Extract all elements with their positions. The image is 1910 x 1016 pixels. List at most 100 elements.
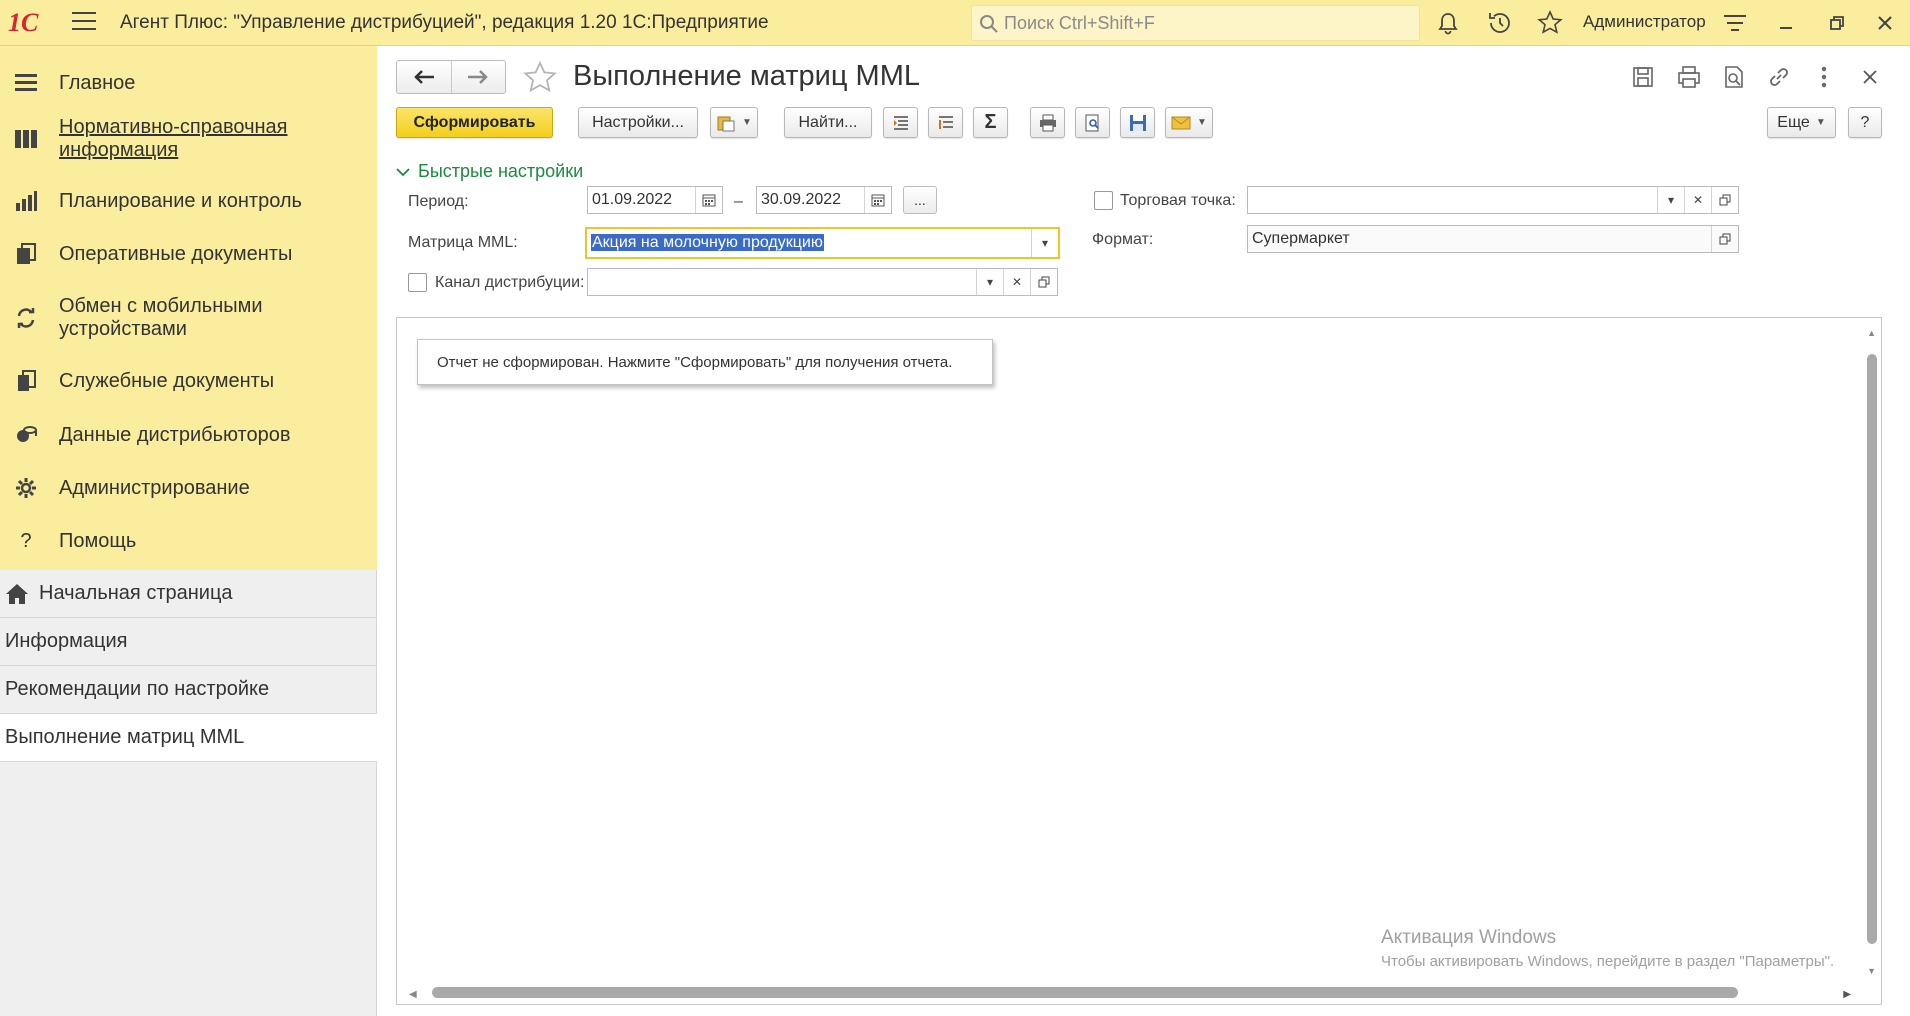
send-email-button[interactable]: ▼ bbox=[1165, 107, 1213, 138]
history-icon[interactable] bbox=[1485, 8, 1515, 38]
section-service-docs[interactable]: Служебные документы bbox=[0, 358, 377, 404]
find-button[interactable]: Найти... bbox=[784, 107, 872, 138]
navigation-buttons bbox=[396, 60, 506, 94]
format-field[interactable]: Супермаркет bbox=[1247, 225, 1739, 253]
expand-groups-icon bbox=[893, 115, 908, 130]
totals-button[interactable]: Σ bbox=[973, 107, 1008, 138]
section-help[interactable]: ? Помощь bbox=[0, 518, 377, 564]
settings-menu-icon[interactable] bbox=[1720, 8, 1750, 38]
main-menu-icon[interactable] bbox=[72, 12, 96, 32]
collapse-groups-button[interactable] bbox=[928, 107, 963, 138]
windows-activation-watermark: Активация Windows Чтобы активировать Win… bbox=[1381, 927, 1835, 970]
section-main[interactable]: Главное bbox=[0, 60, 377, 106]
vertical-scrollbar[interactable] bbox=[1867, 354, 1877, 944]
clear-icon[interactable]: ✕ bbox=[1684, 187, 1711, 213]
arrow-right-icon bbox=[468, 70, 489, 84]
title-bar: 1С Агент Плюс: "Управление дистрибуцией"… bbox=[0, 0, 1910, 46]
clear-icon[interactable]: ✕ bbox=[1003, 269, 1030, 295]
period-dash: – bbox=[734, 193, 743, 210]
back-button[interactable] bbox=[397, 61, 452, 93]
quick-settings-toggle[interactable]: Быстрые настройки bbox=[396, 161, 583, 182]
section-operational-docs[interactable]: Оперативные документы bbox=[0, 231, 377, 277]
restore-icon[interactable] bbox=[1822, 8, 1852, 38]
envelope-icon bbox=[1171, 116, 1191, 129]
app-title: Агент Плюс: "Управление дистрибуцией", р… bbox=[120, 12, 769, 33]
print-icon[interactable] bbox=[1674, 62, 1704, 92]
open-icon[interactable] bbox=[1711, 226, 1738, 252]
dropdown-arrow-icon[interactable]: ▾ bbox=[1657, 187, 1684, 213]
favorite-star-icon[interactable] bbox=[522, 60, 558, 96]
horizontal-scrollbar[interactable] bbox=[432, 987, 1738, 998]
dropdown-arrow-icon[interactable]: ▾ bbox=[976, 269, 1003, 295]
save-settings-icon[interactable] bbox=[1628, 62, 1658, 92]
channel-field[interactable]: ▾ ✕ bbox=[587, 268, 1058, 296]
more-vertical-icon[interactable] bbox=[1809, 62, 1839, 92]
variant-menu-button[interactable]: ▼ bbox=[710, 107, 758, 138]
open-icon[interactable] bbox=[1030, 269, 1057, 295]
format-label: Формат: bbox=[1092, 231, 1154, 248]
expand-groups-button[interactable] bbox=[883, 107, 918, 138]
arrow-left-icon bbox=[413, 70, 434, 84]
open-window-mml-report[interactable]: Выполнение матриц MML bbox=[0, 714, 377, 762]
section-nsi[interactable]: Нормативно-справочная информация bbox=[0, 112, 377, 166]
link-icon[interactable] bbox=[1764, 62, 1794, 92]
matrix-label: Матрица MML: bbox=[408, 234, 518, 251]
home-icon bbox=[6, 583, 28, 604]
sum-icon: Σ bbox=[984, 111, 997, 133]
close-form-icon[interactable] bbox=[1855, 62, 1885, 92]
generate-button[interactable]: Сформировать bbox=[396, 107, 553, 138]
open-window-info[interactable]: Информация bbox=[0, 618, 377, 666]
section-mobile-exchange[interactable]: Обмен с мобильными устройствами bbox=[0, 291, 377, 345]
period-choice-button[interactable]: ... bbox=[903, 186, 937, 214]
forward-button[interactable] bbox=[452, 61, 506, 93]
scroll-right-icon[interactable]: ▶ bbox=[1843, 989, 1851, 1000]
menu-list-icon bbox=[14, 71, 38, 95]
more-button[interactable]: Еще ▼ bbox=[1767, 107, 1836, 138]
section-distributors-data[interactable]: Данные дистрибьюторов bbox=[0, 412, 377, 458]
section-administration[interactable]: Администрирование bbox=[0, 465, 377, 511]
open-window-home[interactable]: Начальная страница bbox=[0, 570, 377, 618]
matrix-field[interactable]: Акция на молочную продукцию ▾ bbox=[585, 227, 1060, 259]
period-end-field[interactable]: 30.09.2022 bbox=[756, 186, 892, 214]
preview-icon[interactable] bbox=[1719, 62, 1749, 92]
search-input[interactable] bbox=[1004, 9, 1404, 37]
open-window-recommendations[interactable]: Рекомендации по настройке bbox=[0, 666, 377, 714]
outlet-label: Торговая точка: bbox=[1120, 192, 1236, 209]
chevron-down-icon bbox=[396, 167, 410, 176]
catalog-icon bbox=[14, 127, 38, 151]
print-button[interactable] bbox=[1030, 107, 1065, 138]
period-start-field[interactable]: 01.09.2022 bbox=[587, 186, 723, 214]
preview-button[interactable] bbox=[1075, 107, 1110, 138]
search-icon bbox=[980, 15, 998, 33]
user-name[interactable]: Администратор bbox=[1583, 12, 1706, 32]
sidebar: Главное Нормативно-справочная информация… bbox=[0, 46, 377, 1016]
outlet-field[interactable]: ▾ ✕ bbox=[1247, 186, 1739, 214]
save-button[interactable] bbox=[1120, 107, 1155, 138]
settings-button[interactable]: Настройки... bbox=[578, 107, 698, 138]
favorites-star-icon[interactable] bbox=[1535, 8, 1565, 38]
form-title: Выполнение матриц MML bbox=[573, 60, 920, 92]
logo: 1С bbox=[8, 8, 39, 37]
sync-icon bbox=[14, 306, 38, 330]
section-planning[interactable]: Планирование и контроль bbox=[0, 178, 377, 224]
channel-checkbox[interactable] bbox=[408, 273, 427, 292]
report-variant-icon bbox=[717, 116, 735, 131]
scroll-up-icon[interactable]: ▲ bbox=[1867, 328, 1876, 338]
calendar-icon[interactable] bbox=[695, 187, 722, 213]
distributors-icon bbox=[14, 423, 38, 447]
bell-icon[interactable] bbox=[1433, 8, 1463, 38]
scroll-left-icon[interactable]: ◀ bbox=[409, 989, 417, 1000]
gear-icon bbox=[14, 476, 38, 500]
outlet-checkbox[interactable] bbox=[1094, 191, 1113, 210]
scroll-down-icon[interactable]: ▼ bbox=[1867, 966, 1876, 976]
help-button[interactable]: ? bbox=[1848, 107, 1882, 138]
calendar-icon[interactable] bbox=[864, 187, 891, 213]
report-not-generated-message: Отчет не сформирован. Нажмите "Сформиров… bbox=[417, 339, 993, 385]
close-icon[interactable] bbox=[1870, 8, 1900, 38]
minimize-icon[interactable] bbox=[1771, 8, 1801, 38]
open-icon[interactable] bbox=[1711, 187, 1738, 213]
report-spreadsheet[interactable]: Отчет не сформирован. Нажмите "Сформиров… bbox=[396, 317, 1882, 1005]
dropdown-arrow-icon[interactable]: ▾ bbox=[1031, 229, 1058, 257]
search-box[interactable] bbox=[971, 5, 1420, 41]
sections-panel: Главное Нормативно-справочная информация… bbox=[0, 46, 377, 570]
